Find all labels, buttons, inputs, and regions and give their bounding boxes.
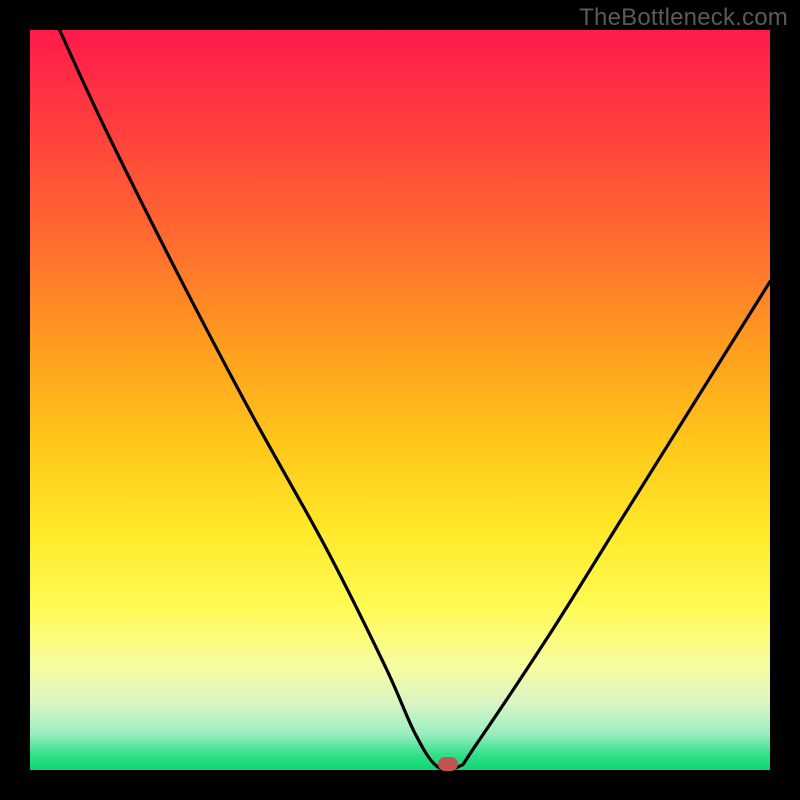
chart-frame: TheBottleneck.com xyxy=(0,0,800,800)
optimal-point-marker xyxy=(438,757,458,771)
watermark-text: TheBottleneck.com xyxy=(579,4,788,32)
plot-area xyxy=(30,30,770,770)
bottleneck-curve xyxy=(30,30,770,770)
